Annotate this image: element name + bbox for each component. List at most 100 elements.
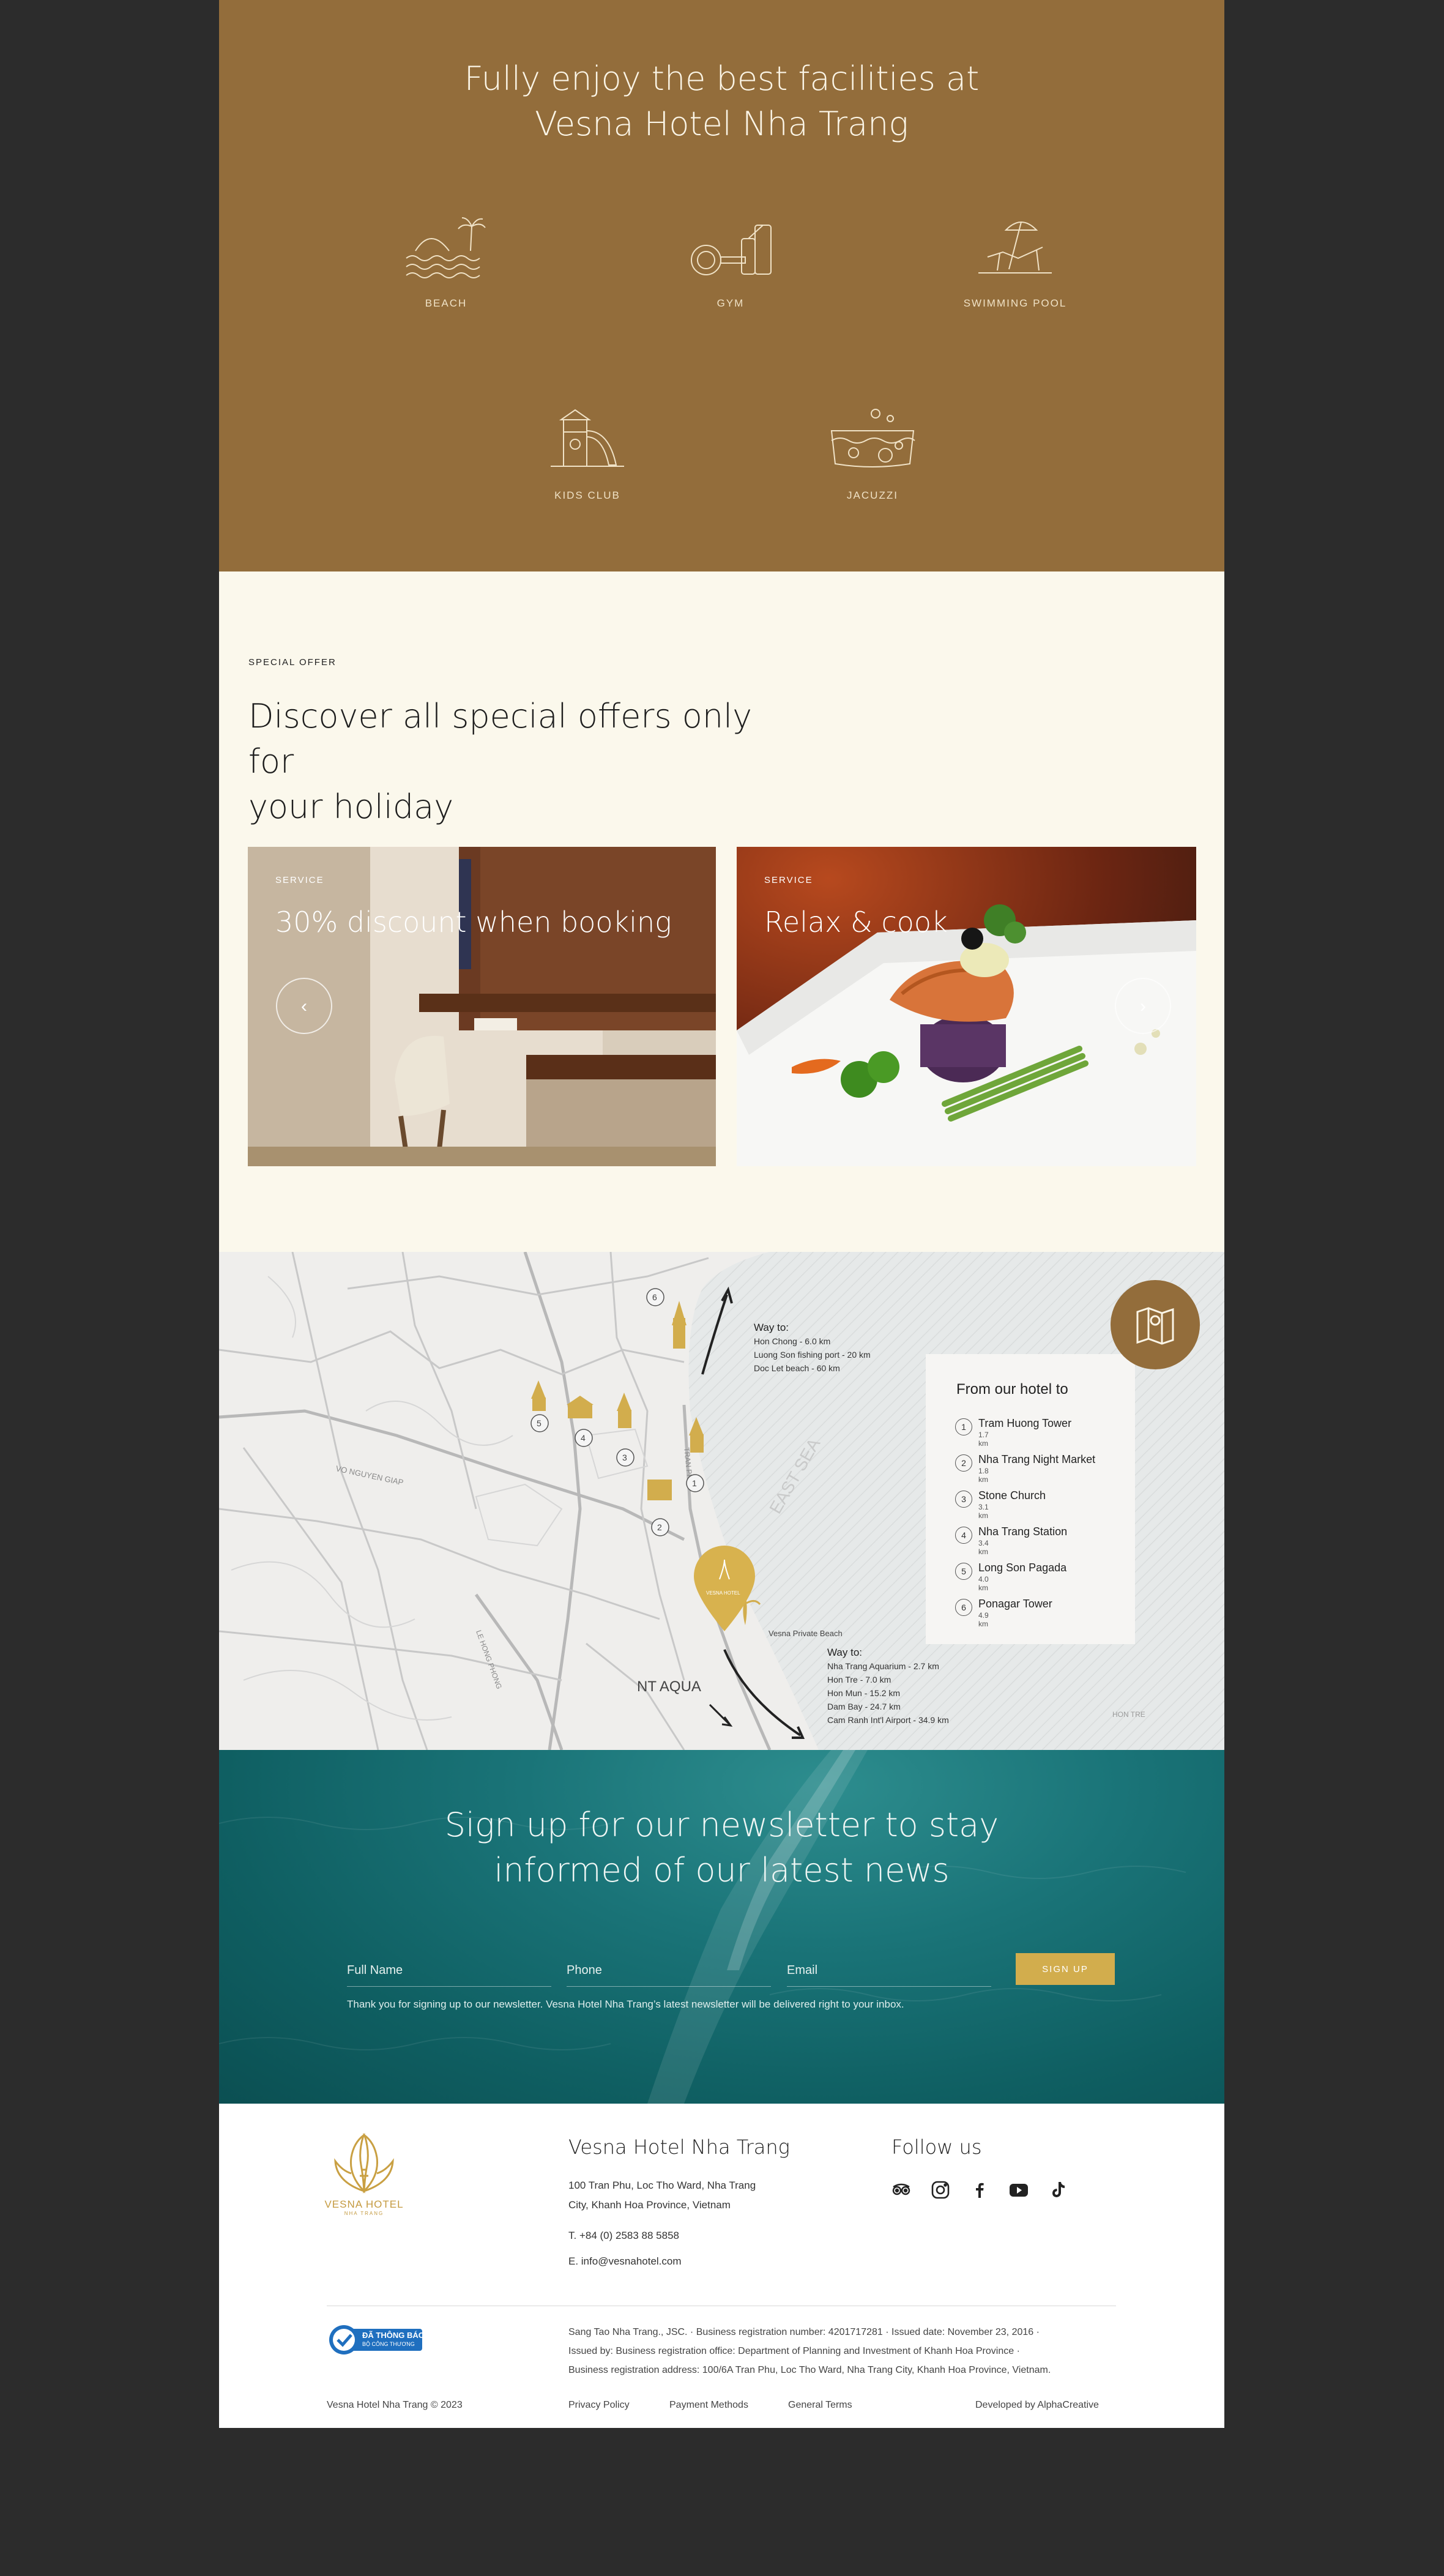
phone-input[interactable] [567, 1958, 771, 1982]
svg-text:3: 3 [622, 1453, 627, 1462]
legend-number: 6 [955, 1599, 972, 1616]
page: Fully enjoy the best facilities at Vesna… [219, 0, 1224, 2428]
way-south-line: Cam Ranh Int'l Airport - 34.9 km [827, 1715, 949, 1725]
footer-hotel-name: Vesna Hotel Nha Trang [568, 2135, 790, 2159]
payment-methods-link[interactable]: Payment Methods [669, 2400, 748, 2411]
map-button[interactable] [1111, 1280, 1200, 1369]
swimming-pool-icon [978, 221, 1052, 274]
way-south-info: Way to: Nha Trang Aquarium - 2.7 km Hon … [827, 1646, 949, 1727]
offers-eyebrow: SPECIAL OFFER [248, 657, 337, 668]
legend-name: Long Son Pagada [978, 1562, 1067, 1574]
offer-card-title: Relax & cook [764, 906, 948, 939]
full-name-input[interactable] [347, 1958, 551, 1982]
legend-number: 1 [955, 1418, 972, 1435]
newsletter-title-line1: Sign up for our newsletter to stay [444, 1806, 999, 1844]
facility-label: JACUZZI [847, 490, 898, 501]
legend-name: Ponagar Tower [978, 1598, 1052, 1610]
way-south-line: Nha Trang Aquarium - 2.7 km [827, 1661, 939, 1671]
offer-card-title: 30% discount when booking [275, 906, 672, 939]
facility-label: GYM [716, 297, 745, 309]
next-button[interactable]: › [1115, 978, 1171, 1034]
legend-number: 4 [955, 1527, 972, 1544]
tripadvisor-link[interactable] [891, 2180, 912, 2200]
footer-logo[interactable]: VESNA HOTEL NHA TRANG [324, 2133, 404, 2216]
kids-club-icon [551, 409, 624, 467]
facilities-title-line1: Fully enjoy the best facilities at [464, 59, 980, 98]
facility-swimming-pool: SWIMMING POOL [923, 214, 1107, 310]
legal-text: Sang Tao Nha Trang., JSC. · Business reg… [568, 2323, 1119, 2380]
gym-icon [691, 225, 772, 275]
chevron-right-icon: › [1140, 996, 1146, 1016]
svg-text:2: 2 [657, 1522, 662, 1532]
legend-distance: 3.1 km [978, 1503, 989, 1520]
privacy-policy-link[interactable]: Privacy Policy [568, 2400, 630, 2411]
prev-button[interactable]: ‹ [276, 978, 332, 1034]
way-north-info: Way to: Hon Chong - 6.0 km Luong Son fis… [754, 1321, 871, 1375]
legal-line2: Issued by: Business registration office:… [568, 2346, 1020, 2356]
location-map[interactable]: VO NGUYEN GIAP LE HONG PHONG TRAN PHU EA… [219, 1252, 1224, 1750]
way-north-line: Doc Let beach - 60 km [754, 1363, 840, 1373]
svg-text:1: 1 [692, 1478, 697, 1488]
facebook-link[interactable] [969, 2180, 990, 2200]
way-north-title: Way to: [754, 1322, 789, 1333]
facility-jacuzzi: JACUZZI [781, 406, 964, 502]
address-line1: 100 Tran Phu, Loc Tho Ward, Nha Trang [568, 2180, 756, 2191]
facility-kids-club: KIDS CLUB [496, 406, 679, 502]
svg-text:5: 5 [537, 1418, 542, 1428]
instagram-link[interactable] [930, 2180, 951, 2200]
offer-card-tag: SERVICE [764, 875, 813, 885]
facility-label: KIDS CLUB [554, 490, 620, 501]
svg-text:Vesna Private Beach: Vesna Private Beach [769, 1629, 843, 1638]
svg-text:6: 6 [652, 1292, 657, 1302]
legend-number: 3 [955, 1491, 972, 1508]
logo-subtext: NHA TRANG [344, 2211, 384, 2216]
general-terms-link[interactable]: General Terms [788, 2400, 852, 2411]
follow-us-title: Follow us [891, 2135, 982, 2159]
facility-gym: GYM [639, 214, 822, 310]
jacuzzi-icon [830, 409, 915, 467]
legend-title: From our hotel to [956, 1381, 1068, 1398]
map-icon [1136, 1307, 1174, 1345]
chevron-left-icon: ‹ [301, 996, 307, 1016]
way-south-line: Dam Bay - 24.7 km [827, 1702, 901, 1711]
legend-number: 2 [955, 1454, 972, 1472]
tiktok-link[interactable] [1048, 2180, 1068, 2200]
youtube-link[interactable] [1008, 2180, 1029, 2200]
beach-icon [406, 217, 486, 278]
newsletter-title-line2: informed of our latest news [494, 1851, 950, 1889]
offer-card-tag: SERVICE [275, 875, 324, 885]
footer: VESNA HOTEL NHA TRANG Vesna Hotel Nha Tr… [219, 2104, 1224, 2428]
footer-email[interactable]: E. info@vesnahotel.com [568, 2252, 682, 2271]
ministry-badge[interactable]: ĐÃ THÔNG BÁO BỘ CÔNG THƯƠNG [328, 2324, 426, 2356]
svg-text:NT AQUA: NT AQUA [637, 1678, 701, 1695]
svg-text:VESNA HOTEL: VESNA HOTEL [706, 1590, 740, 1596]
badge-line1: ĐÃ THÔNG BÁO [362, 2331, 425, 2340]
offer-card-relax-cook[interactable]: SERVICE Relax & cook › [737, 847, 1196, 1166]
footer-phone[interactable]: T. +84 (0) 2583 88 5858 [568, 2226, 679, 2246]
offer-card-discount[interactable]: SERVICE 30% discount when booking ‹ [248, 847, 716, 1166]
facility-beach: BEACH [354, 214, 538, 310]
email-input[interactable] [787, 1958, 991, 1982]
legend-distance: 1.7 km [978, 1431, 989, 1448]
badge-line2: BỘ CÔNG THƯƠNG [362, 2341, 415, 2347]
vesna-logo-icon [334, 2133, 394, 2194]
full-name-field[interactable] [347, 1958, 551, 1987]
legend-number: 5 [955, 1563, 972, 1580]
special-offers-section: SPECIAL OFFER Discover all special offer… [219, 571, 1224, 1252]
legal-line3: Business registration address: 100/6A Tr… [568, 2365, 1051, 2375]
newsletter-title: Sign up for our newsletter to stay infor… [219, 1803, 1224, 1893]
offers-title: Discover all special offers only for you… [248, 694, 799, 830]
tiktok-icon [1052, 2182, 1065, 2197]
developed-by-link[interactable]: Developed by AlphaCreative [975, 2400, 1099, 2411]
instagram-icon [931, 2181, 950, 2199]
email-field[interactable] [787, 1958, 991, 1987]
legend-name: Nha Trang Station [978, 1525, 1068, 1538]
tripadvisor-icon [892, 2183, 910, 2195]
sign-up-button[interactable]: SIGN UP [1016, 1953, 1115, 1985]
offers-title-line1: Discover all special offers only for [248, 697, 753, 781]
phone-field[interactable] [567, 1958, 771, 1987]
legend-name: Nha Trang Night Market [978, 1453, 1096, 1465]
footer-address: 100 Tran Phu, Loc Tho Ward, Nha Trang Ci… [568, 2176, 756, 2215]
ministry-badge-icon [329, 2325, 422, 2355]
youtube-icon [1010, 2184, 1028, 2197]
